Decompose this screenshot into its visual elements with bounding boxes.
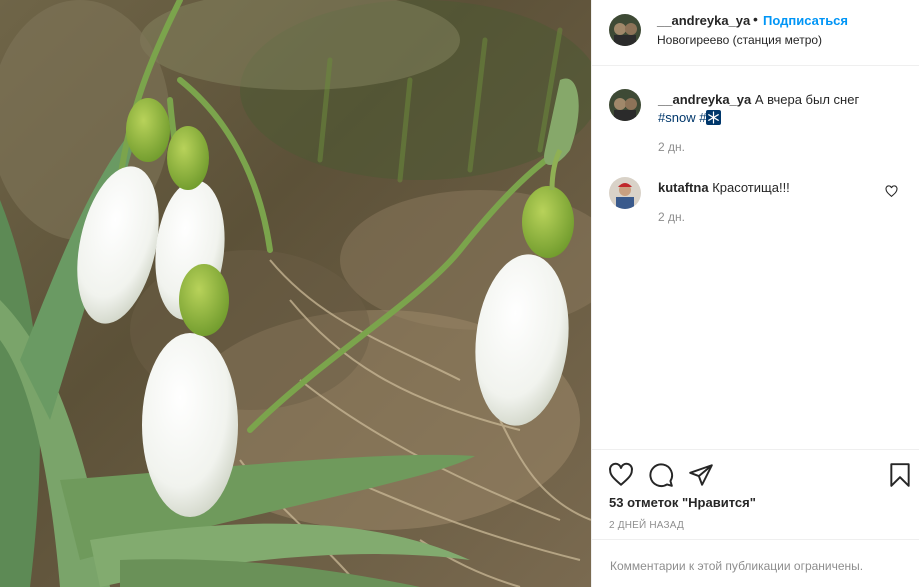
comment-time[interactable]: 2 дн. (658, 210, 685, 224)
hashtag-symbol: # (699, 110, 707, 125)
comment-body: Красотища!!! (712, 180, 790, 195)
caption-avatar[interactable] (609, 89, 641, 121)
comments-restricted-text: Комментарии к этой публикации ограничены… (610, 559, 864, 573)
hashtag-snowflake[interactable]: # (699, 110, 722, 125)
comment-text: kutaftna Красотища!!! (658, 179, 790, 197)
snowflake-icon (706, 110, 722, 125)
separator-dot: • (753, 11, 758, 27)
likes-count[interactable]: 53 отметок "Нравится" (609, 495, 756, 510)
comments-restricted-notice: Комментарии к этой публикации ограничены… (592, 539, 919, 587)
caption-body: А вчера был снег (754, 92, 860, 107)
send-icon (689, 464, 713, 486)
share-button[interactable] (688, 462, 714, 488)
caption-text: __andreyka_ya А вчера был снег #snow # (658, 91, 898, 127)
post-sidebar: __andreyka_ya • Подписаться Новогиреево … (591, 0, 919, 587)
caption-username[interactable]: __andreyka_ya (658, 92, 751, 107)
comment-icon (649, 463, 674, 488)
post-photo[interactable] (0, 0, 591, 587)
snowdrops-image (0, 0, 591, 587)
follow-button[interactable]: Подписаться (763, 13, 848, 28)
hashtag-snow[interactable]: #snow (658, 110, 696, 125)
post-header: __andreyka_ya • Подписаться Новогиреево … (592, 0, 919, 66)
author-avatar[interactable] (609, 14, 641, 46)
comment-like-heart-icon[interactable] (885, 185, 898, 198)
location-link[interactable]: Новогиреево (станция метро) (657, 33, 822, 47)
author-username[interactable]: __andreyka_ya (657, 13, 750, 28)
comment-button[interactable] (648, 462, 674, 488)
commenter-avatar[interactable] (609, 177, 641, 209)
save-button[interactable] (887, 462, 913, 488)
heart-icon (609, 462, 633, 486)
like-button[interactable] (608, 462, 634, 488)
commenter-username[interactable]: kutaftna (658, 180, 709, 195)
post-date[interactable]: 2 ДНЕЙ НАЗАД (609, 520, 684, 531)
post-actions: 53 отметок "Нравится" 2 ДНЕЙ НАЗАД Комме… (592, 449, 919, 587)
bookmark-icon (890, 463, 910, 487)
caption-time[interactable]: 2 дн. (658, 140, 685, 154)
